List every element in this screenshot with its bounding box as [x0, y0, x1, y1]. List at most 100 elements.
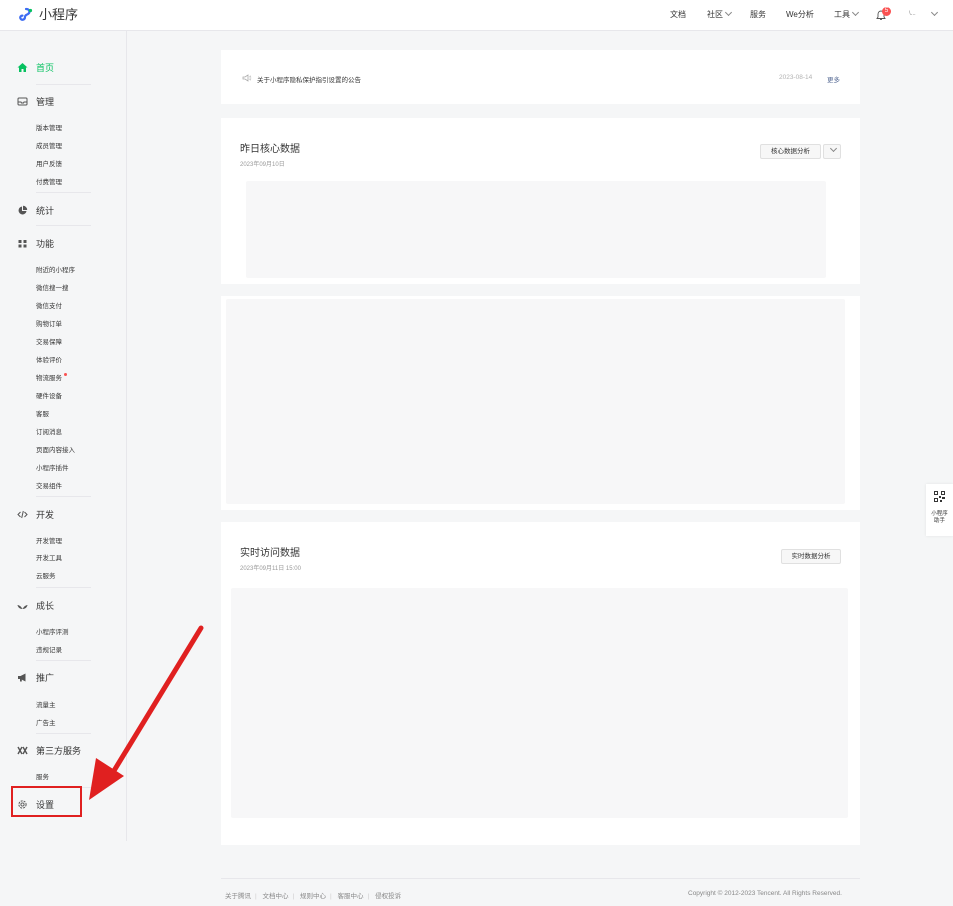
sidebar-group-label: 第三方服务 [36, 746, 82, 756]
sidebar-item-advertiser[interactable]: 广告主 [36, 717, 56, 727]
top-bar: 小程序 文档 社区 服务 We分析 工具 5 \... [0, 0, 953, 31]
notice-link[interactable]: 关于小程序隐私保护指引设置的公告 [257, 74, 361, 84]
loading-placeholder [231, 588, 848, 818]
sidebar-item-dev-manage[interactable]: 开发管理 [36, 535, 62, 545]
speaker-icon [242, 74, 252, 82]
nav-service[interactable]: 服务 [750, 10, 766, 20]
sidebar-item-services[interactable]: 服务 [36, 771, 49, 781]
sidebar-item-trade-guarantee[interactable]: 交易保障 [36, 336, 62, 346]
red-dot-indicator [64, 373, 67, 376]
footer-link-docs[interactable]: 文档中心 [263, 893, 289, 900]
footer-link-support[interactable]: 客服中心 [338, 893, 364, 900]
sidebar-item-page-content[interactable]: 页面内容接入 [36, 444, 75, 454]
chevron-down-icon [724, 8, 733, 17]
nav-tools[interactable]: 工具 [834, 8, 860, 20]
sidebar-group-dev[interactable]: 开发 [17, 508, 54, 521]
footer-link-rules[interactable]: 规则中心 [300, 893, 326, 900]
sidebar-group-label: 管理 [36, 97, 55, 107]
sidebar-item-feedback[interactable]: 用户反馈 [36, 158, 62, 168]
inbox-icon [17, 96, 28, 107]
loading-placeholder [246, 181, 826, 278]
sidebar-item-home[interactable]: 首页 [17, 61, 54, 74]
sidebar [0, 31, 127, 841]
miniprogram-logo-icon [19, 7, 33, 21]
highlight-box [11, 786, 82, 817]
sidebar-item-version[interactable]: 版本管理 [36, 122, 62, 132]
logo[interactable]: 小程序 [17, 6, 78, 24]
assistant-label-line1: 小程序 [931, 511, 948, 517]
nav-tools-label: 工具 [834, 10, 850, 19]
assistant-label-line2: 助手 [933, 518, 945, 524]
divider [36, 733, 91, 734]
sidebar-group-third-party[interactable]: 第三方服务 [17, 744, 81, 757]
account-chevron-down-icon[interactable] [929, 8, 939, 20]
miniprogram-assistant-button[interactable]: 小程序 助手 [926, 484, 953, 536]
grid-icon [17, 238, 28, 249]
divider [36, 660, 91, 661]
card-title: 实时访问数据 [240, 548, 300, 559]
sidebar-item-cloud[interactable]: 云服务 [36, 570, 56, 580]
divider [36, 496, 91, 497]
assistant-label: 小程序 助手 [926, 511, 953, 525]
divider [36, 84, 91, 85]
notice-date: 2023-08-14 [779, 74, 813, 81]
nav-community-label: 社区 [707, 10, 723, 19]
code-icon [17, 509, 28, 520]
sidebar-item-dev-tools[interactable]: 开发工具 [36, 552, 62, 562]
realtime-analysis-button[interactable]: 实时数据分析 [781, 549, 841, 564]
core-data-dropdown-button[interactable] [823, 144, 841, 159]
qr-code-icon [934, 491, 945, 502]
sidebar-group-features[interactable]: 功能 [17, 237, 54, 250]
footer-link-about[interactable]: 关于腾讯 [225, 893, 251, 900]
sidebar-group-promo[interactable]: 推广 [17, 671, 54, 684]
nav-community[interactable]: 社区 [707, 8, 733, 20]
chart-card [221, 296, 860, 510]
third-party-icon [17, 745, 28, 756]
divider [36, 587, 91, 588]
sprout-icon [17, 600, 28, 611]
divider [36, 225, 91, 226]
sidebar-group-label: 推广 [36, 673, 55, 683]
sidebar-group-label: 统计 [36, 206, 55, 216]
sidebar-group-label: 成长 [36, 601, 55, 611]
sidebar-item-trade-components[interactable]: 交易组件 [36, 480, 62, 490]
footer-link-infringement[interactable]: 侵权投诉 [375, 893, 401, 900]
sidebar-item-hardware[interactable]: 硬件设备 [36, 390, 62, 400]
sidebar-item-payment[interactable]: 付费管理 [36, 176, 62, 186]
divider [36, 192, 91, 193]
sidebar-item-label: 物流服务 [36, 375, 62, 382]
sidebar-item-violations[interactable]: 违规记录 [36, 644, 62, 654]
chevron-down-icon [851, 8, 860, 17]
sidebar-item-wechat-pay[interactable]: 微信支付 [36, 300, 62, 310]
sidebar-item-label: 首页 [36, 63, 55, 73]
pie-chart-icon [17, 205, 28, 216]
core-data-card: 昨日核心数据 2023年09月10日 核心数据分析 [221, 118, 860, 284]
notification-badge: 5 [882, 7, 891, 16]
footer-links: 关于腾讯 | 文档中心 | 规则中心 | 客服中心 | 侵权投诉 [225, 893, 402, 900]
core-data-analysis-button[interactable]: 核心数据分析 [760, 144, 821, 159]
sidebar-group-label: 功能 [36, 239, 55, 249]
sidebar-group-growth[interactable]: 成长 [17, 599, 54, 612]
nav-docs[interactable]: 文档 [670, 10, 686, 20]
sidebar-item-orders[interactable]: 购物订单 [36, 318, 62, 328]
account-avatar[interactable]: \... [909, 11, 923, 18]
notice-more-link[interactable]: 更多 [827, 74, 840, 84]
sidebar-item-wechat-search[interactable]: 微信搜一搜 [36, 282, 69, 292]
loading-placeholder [226, 299, 845, 504]
card-title: 昨日核心数据 [240, 144, 300, 155]
sidebar-item-customer-service[interactable]: 客服 [36, 408, 49, 418]
sidebar-group-manage[interactable]: 管理 [17, 95, 54, 108]
home-icon [17, 62, 28, 73]
nav-we-analysis[interactable]: We分析 [786, 10, 814, 20]
sidebar-item-evaluation[interactable]: 小程序评测 [36, 626, 69, 636]
sidebar-item-traffic-owner[interactable]: 流量主 [36, 699, 56, 709]
sidebar-item-logistics[interactable]: 物流服务 [36, 372, 67, 382]
sidebar-group-label: 开发 [36, 510, 55, 520]
sidebar-item-subscription[interactable]: 订阅消息 [36, 426, 62, 436]
sidebar-item-experience-rating[interactable]: 体验评价 [36, 354, 62, 364]
sidebar-group-stats[interactable]: 统计 [17, 204, 54, 217]
sidebar-item-members[interactable]: 成员管理 [36, 140, 62, 150]
sidebar-item-plugins[interactable]: 小程序插件 [36, 462, 69, 472]
sidebar-item-nearby[interactable]: 附近的小程序 [36, 264, 75, 274]
realtime-data-card: 实时访问数据 2023年09月11日 15:00 实时数据分析 [221, 522, 860, 845]
